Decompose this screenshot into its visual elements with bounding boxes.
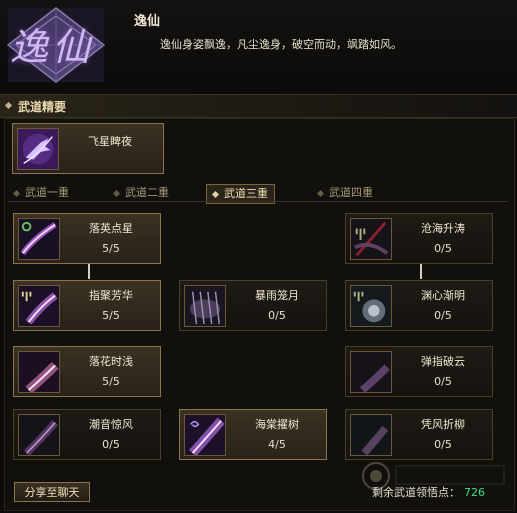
skill-level: 0/5: [434, 438, 452, 451]
skill-name: 指聚芳华: [89, 289, 133, 302]
moon-cloud-icon: [350, 351, 392, 393]
skill-name: 渊心渐明: [421, 289, 465, 302]
section-diamond-icon: [4, 101, 13, 110]
skill-level: 4/5: [268, 438, 286, 451]
moon-willow-icon: [350, 414, 392, 456]
tab-diamond-icon: [316, 189, 325, 197]
tab-label: 武道四重: [329, 186, 373, 199]
tide-wind-icon: [18, 414, 60, 456]
section-title: 武道精要: [18, 100, 67, 114]
trident-flower-icon: [18, 285, 60, 327]
skill-level: 5/5: [102, 309, 120, 322]
tab-diamond-icon: [211, 190, 220, 198]
abyss-orb-icon: [350, 285, 392, 327]
skill-node[interactable]: 渊心渐明 0/5: [345, 280, 493, 331]
section-bar: 武道精要: [0, 94, 517, 118]
skill-node[interactable]: 落英点星 5/5: [13, 213, 161, 264]
tab-divider: [8, 201, 508, 202]
skill-node[interactable]: 沧海升涛 0/5: [345, 213, 493, 264]
skill-name: 凭风折柳: [421, 418, 465, 431]
skill-node[interactable]: 海棠擢树 4/5: [179, 409, 327, 460]
remaining-label: 剩余武道领悟点：: [372, 486, 460, 499]
skill-level: 0/5: [268, 309, 286, 322]
core-skill[interactable]: 飞星睥夜: [12, 123, 164, 174]
tab-diamond-icon: [112, 189, 121, 197]
skill-level: 5/5: [102, 242, 120, 255]
skill-name: 落英点星: [89, 222, 133, 235]
spiral-blossom-icon: [184, 414, 226, 456]
skill-level: 0/5: [434, 309, 452, 322]
comet-streak-icon: [18, 218, 60, 260]
skill-header: 逸仙 逸仙 逸仙身姿飘逸，凡尘逸身，破空而动，飒踏如风。: [0, 0, 517, 88]
skill-name: 弹指破云: [421, 355, 465, 368]
trident-wave-icon: [350, 218, 392, 260]
skill-node[interactable]: 弹指破云 0/5: [345, 346, 493, 397]
skill-name: 海棠擢树: [255, 418, 299, 431]
skill-name: 沧海升涛: [421, 222, 465, 235]
tree-connector: [420, 264, 422, 279]
skill-node[interactable]: 潮音惊风 0/5: [13, 409, 161, 460]
skill-node[interactable]: 暴雨笼月 0/5: [179, 280, 327, 331]
tab-diamond-icon: [12, 189, 21, 197]
emblem-calligraphy: 逸仙: [10, 25, 95, 69]
tab-label: 武道一重: [25, 186, 69, 199]
skill-description: 逸仙身姿飘逸，凡尘逸身，破空而动，飒踏如风。: [160, 38, 402, 51]
skill-title: 逸仙: [134, 14, 161, 29]
moon-petal-icon: [18, 351, 60, 393]
tab-tier-2[interactable]: 武道二重: [112, 184, 169, 202]
skill-level: 0/5: [434, 242, 452, 255]
skill-level: 0/5: [102, 438, 120, 451]
skill-node[interactable]: 指聚芳华 5/5: [13, 280, 161, 331]
skill-level: 0/5: [434, 375, 452, 388]
skill-name: 落花时浅: [89, 355, 133, 368]
skill-node[interactable]: 凭风折柳 0/5: [345, 409, 493, 460]
share-to-chat-button[interactable]: 分享至聊天: [14, 482, 90, 502]
tab-label: 武道二重: [125, 186, 169, 199]
tab-label: 武道三重: [224, 187, 268, 200]
remaining-points: 剩余武道领悟点： 726: [372, 484, 485, 500]
tree-connector: [88, 264, 90, 279]
skill-name: 潮音惊风: [89, 418, 133, 431]
tab-tier-4[interactable]: 武道四重: [316, 184, 373, 202]
core-skill-name: 飞星睥夜: [88, 135, 132, 148]
remaining-value: 726: [464, 486, 485, 499]
ninja-leap-icon: [17, 128, 59, 170]
skill-name: 暴雨笼月: [255, 289, 299, 302]
skill-node[interactable]: 落花时浅 5/5: [13, 346, 161, 397]
skill-level: 5/5: [102, 375, 120, 388]
tab-tier-1[interactable]: 武道一重: [12, 184, 69, 202]
rain-storm-icon: [184, 285, 226, 327]
